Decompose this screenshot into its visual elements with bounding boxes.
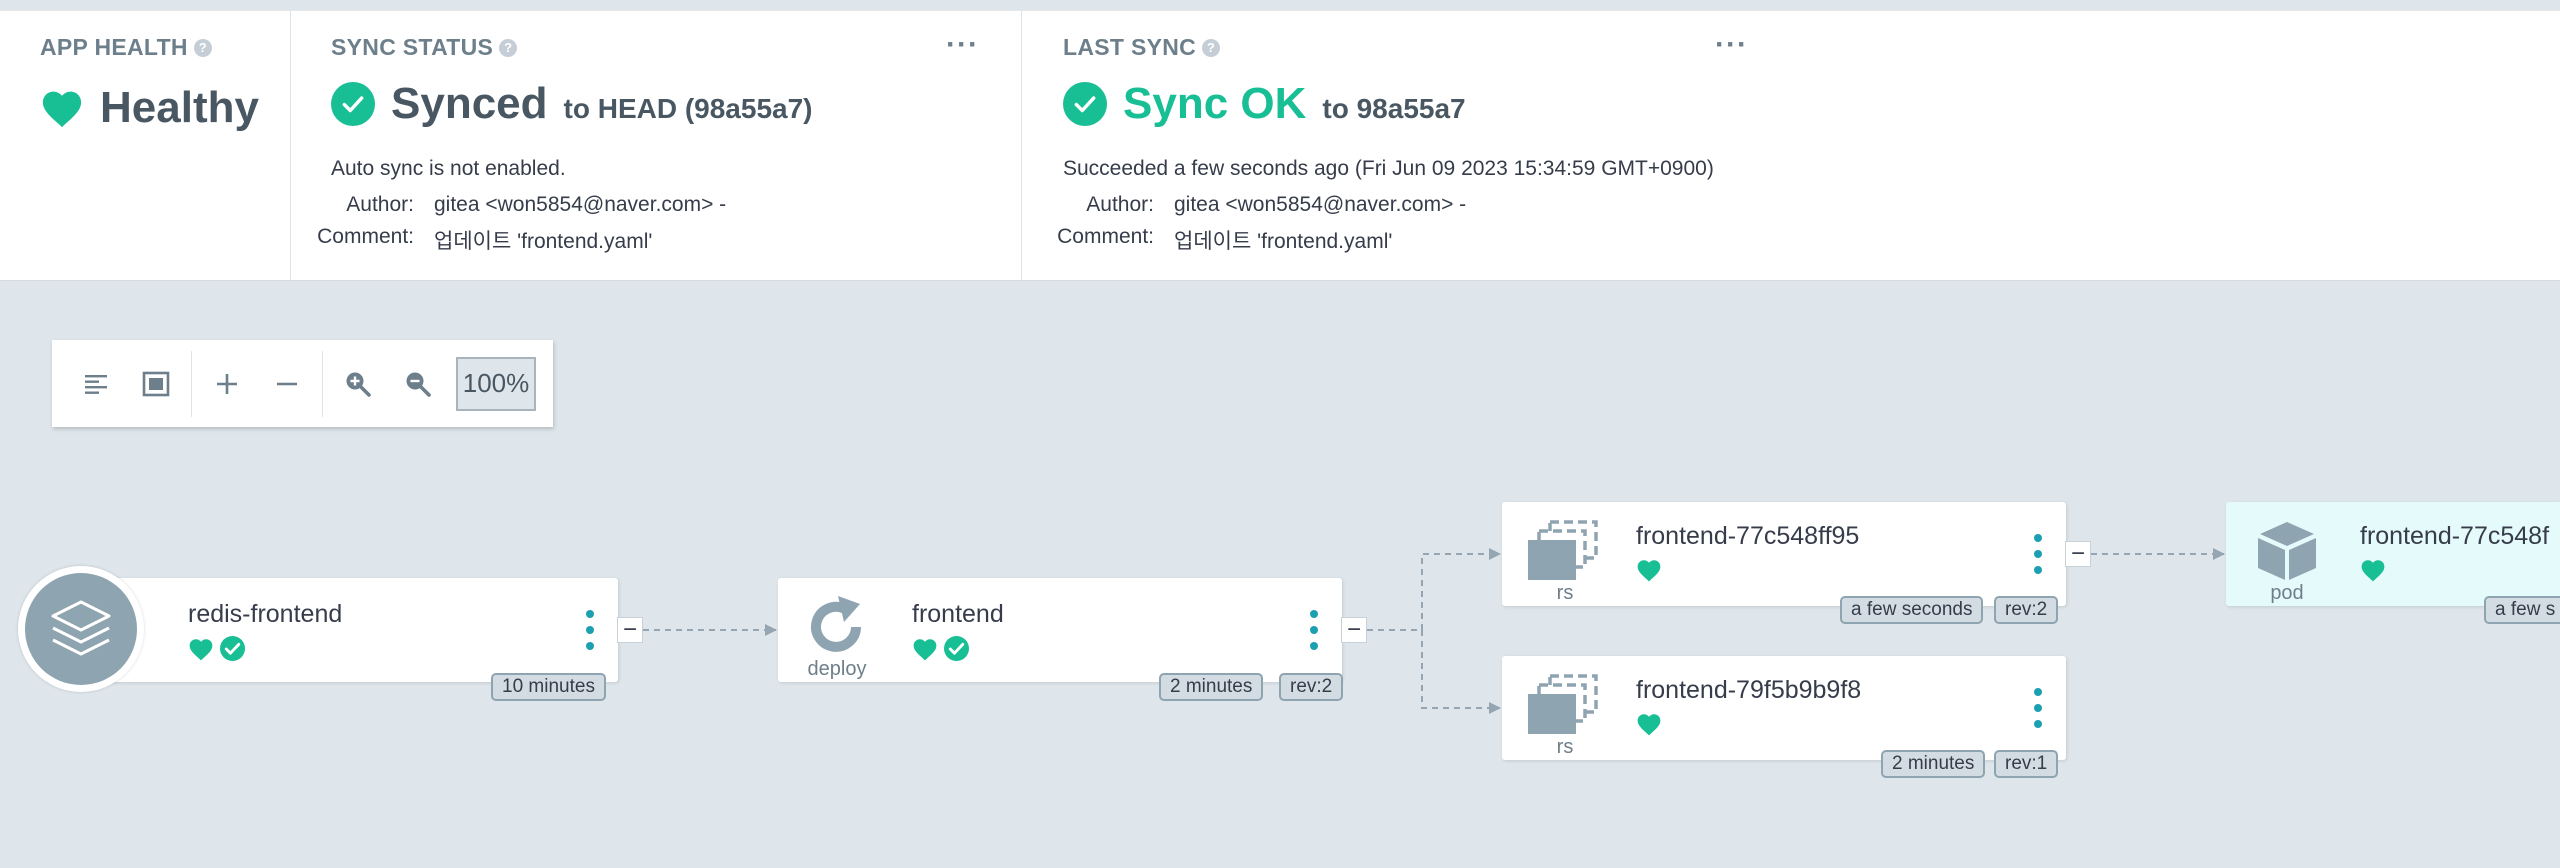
node-menu-button[interactable]	[2029, 534, 2047, 574]
pod-icon	[2258, 522, 2316, 580]
node-replicaset-frontend-77c548ff95[interactable]: rs frontend-77c548ff95	[1502, 502, 2066, 606]
heart-icon	[42, 91, 82, 128]
sync-status-details: Author: gitea <won5854@naver.com> - Comm…	[274, 193, 726, 255]
status-panel: APP HEALTH ? Healthy SYNC STATUS ? ··· S…	[0, 10, 2560, 281]
author-value: gitea <won5854@naver.com> -	[434, 193, 727, 216]
age-tag: 2 minutes	[1159, 673, 1264, 701]
node-status-icons	[1636, 712, 1662, 736]
node-status-icons	[188, 636, 245, 661]
last-sync-details: Author: gitea <won5854@naver.com> - Comm…	[1014, 193, 1466, 255]
sync-status-more-button[interactable]: ···	[946, 30, 979, 60]
last-sync-target: to 98a55a7	[1322, 93, 1466, 124]
sync-status-target: to HEAD (98a55a7)	[563, 93, 813, 124]
revision-tag: rev:1	[1994, 750, 2059, 778]
node-menu-button[interactable]	[1305, 610, 1323, 650]
node-name: frontend-77c548ff95	[1636, 522, 1860, 550]
sync-status-value: Synced	[391, 79, 548, 128]
auto-sync-text: Auto sync is not enabled.	[331, 157, 566, 180]
layers-icon	[51, 600, 111, 656]
node-menu-button[interactable]	[2029, 688, 2047, 728]
author-label: Author:	[1086, 193, 1154, 216]
heart-icon	[2361, 560, 2385, 582]
node-redis-frontend[interactable]: redis-frontend	[80, 578, 618, 682]
node-kind: rs	[1556, 736, 1574, 758]
author-label: Author:	[346, 193, 414, 216]
heart-icon	[1637, 714, 1661, 736]
last-sync-title: LAST SYNC ?	[1063, 34, 1221, 61]
node-menu-button[interactable]	[581, 610, 599, 650]
node-name: frontend	[912, 600, 1004, 628]
last-sync-section: LAST SYNC ? ··· Sync OK to 98a55a7 Succe…	[1021, 11, 1761, 280]
app-health-section: APP HEALTH ? Healthy	[0, 11, 289, 280]
graph-edges	[643, 548, 2225, 714]
comment-label: Comment:	[317, 225, 414, 248]
age-tag: a few seconds	[1840, 596, 1984, 624]
last-sync-more-button[interactable]: ···	[1715, 30, 1748, 60]
age-tag: 10 minutes	[491, 673, 606, 701]
app-health-value: Healthy	[100, 83, 259, 132]
edge-frontend-to-rs1	[1367, 548, 1501, 631]
revision-tag: rev:2	[1994, 596, 2059, 624]
node-pod-frontend-77c548f[interactable]: pod frontend-77c548f	[2226, 502, 2560, 606]
app-health-status: Healthy	[40, 83, 259, 133]
check-circle-icon	[220, 636, 245, 661]
help-icon[interactable]: ?	[1202, 38, 1221, 57]
replicaset-icon	[1528, 520, 1598, 580]
app-icon	[18, 566, 144, 692]
collapse-button[interactable]: −	[1341, 617, 1367, 643]
node-name: frontend-77c548f	[2360, 522, 2550, 550]
revision-tag: rev:2	[1279, 673, 1344, 701]
deploy-icon	[811, 596, 861, 652]
node-frontend-deploy[interactable]: deploy frontend	[778, 578, 1342, 682]
heart-icon	[913, 638, 937, 660]
check-circle-icon	[944, 636, 969, 661]
last-sync-value: Sync OK	[1123, 79, 1307, 128]
help-icon[interactable]: ?	[499, 38, 518, 57]
comment-value: 업데이트 'frontend.yaml'	[1174, 230, 1393, 253]
comment-label: Comment:	[1057, 225, 1154, 248]
help-icon[interactable]: ?	[193, 38, 212, 57]
heart-icon	[1637, 560, 1661, 582]
heart-icon	[189, 638, 213, 660]
replicaset-icon	[1528, 674, 1598, 734]
node-status-icons	[1636, 558, 1662, 582]
resource-graph: redis-frontend 10 minutes − deploy front…	[0, 282, 2560, 868]
last-sync-row: Sync OK to 98a55a7	[1063, 79, 1466, 129]
node-replicaset-frontend-79f5b9b9f8[interactable]: rs frontend-79f5b9b9f8	[1502, 656, 2066, 760]
sync-status-row: Synced to HEAD (98a55a7)	[331, 79, 813, 129]
app-health-title: APP HEALTH ?	[40, 34, 212, 61]
collapse-button[interactable]: −	[617, 617, 643, 643]
sync-status-section: SYNC STATUS ? ··· Synced to HEAD (98a55a…	[290, 11, 1020, 280]
node-name: redis-frontend	[188, 600, 343, 628]
node-status-icons	[2360, 558, 2386, 582]
check-circle-icon	[331, 82, 375, 126]
node-status-icons	[912, 636, 969, 661]
comment-value: 업데이트 'frontend.yaml'	[434, 230, 653, 253]
sync-status-title: SYNC STATUS ?	[331, 34, 518, 61]
age-tag: a few s	[2484, 596, 2560, 624]
last-sync-result: Succeeded a few seconds ago (Fri Jun 09 …	[1063, 157, 1714, 180]
node-kind: deploy	[807, 658, 867, 680]
check-circle-icon	[1063, 82, 1107, 126]
node-kind: pod	[2270, 582, 2304, 604]
node-kind: rs	[1556, 582, 1574, 604]
collapse-button[interactable]: −	[2065, 541, 2091, 567]
author-value: gitea <won5854@naver.com> -	[1174, 193, 1467, 216]
node-name: frontend-79f5b9b9f8	[1636, 676, 1862, 704]
age-tag: 2 minutes	[1881, 750, 1986, 778]
edge-frontend-to-rs2	[1421, 630, 1501, 714]
